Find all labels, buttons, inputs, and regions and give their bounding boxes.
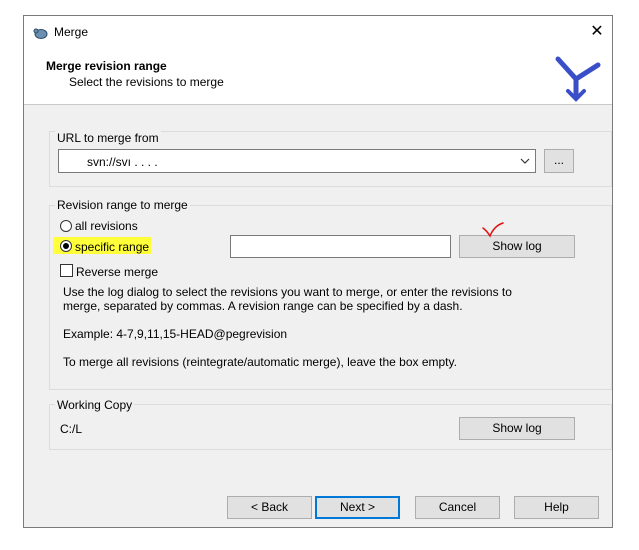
cancel-button[interactable]: Cancel bbox=[415, 496, 500, 519]
show-log-range-label: Show log bbox=[492, 239, 542, 253]
example-text: Example: 4-7,9,11,15-HEAD@pegrevision bbox=[63, 327, 288, 341]
next-label: Next > bbox=[339, 500, 375, 514]
revision-range-input[interactable] bbox=[230, 235, 451, 258]
working-copy-path[interactable]: C:/L bbox=[60, 422, 82, 436]
url-group-label: URL to merge from bbox=[55, 131, 161, 145]
specific-range-radio[interactable] bbox=[60, 240, 72, 252]
page-title: Merge revision range bbox=[46, 59, 167, 73]
show-log-range-button[interactable]: Show log bbox=[459, 235, 575, 258]
back-label: < Back bbox=[250, 500, 289, 514]
chevron-down-icon[interactable] bbox=[519, 154, 531, 168]
all-revisions-radio[interactable] bbox=[60, 220, 72, 232]
wizard-header: Merge revision range Select the revision… bbox=[24, 49, 612, 105]
merge-logo-icon bbox=[555, 56, 601, 102]
help-text-line2: merge, separated by commas. A revision r… bbox=[63, 299, 463, 313]
close-button[interactable]: ✕ bbox=[582, 16, 612, 48]
url-value: svn://svı . . . . bbox=[87, 155, 158, 169]
reverse-merge-checkbox[interactable] bbox=[60, 264, 73, 277]
help-text-line1: Use the log dialog to select the revisio… bbox=[63, 285, 512, 299]
show-log-working-copy-label: Show log bbox=[492, 421, 542, 435]
show-log-working-copy-button[interactable]: Show log bbox=[459, 417, 575, 440]
empty-note-text: To merge all revisions (reintegrate/auto… bbox=[63, 355, 457, 369]
reverse-merge-label[interactable]: Reverse merge bbox=[76, 265, 158, 279]
close-icon: ✕ bbox=[590, 23, 604, 40]
all-revisions-label[interactable]: all revisions bbox=[75, 219, 138, 233]
browse-url-label: ... bbox=[553, 153, 564, 167]
checkmark-annotation-icon bbox=[482, 222, 504, 238]
help-button[interactable]: Help bbox=[514, 496, 599, 519]
title-bar: Merge ✕ bbox=[24, 16, 612, 49]
tortoise-app-icon bbox=[33, 28, 48, 39]
working-copy-group-label: Working Copy bbox=[55, 398, 135, 412]
next-button[interactable]: Next > bbox=[315, 496, 400, 519]
window-title: Merge bbox=[54, 25, 89, 39]
radio-selected-dot bbox=[63, 243, 69, 249]
url-combobox[interactable]: svn://svı . . . . bbox=[58, 149, 536, 173]
merge-dialog: Merge ✕ Merge revision range Select the … bbox=[23, 15, 613, 528]
help-label: Help bbox=[544, 500, 569, 514]
back-button[interactable]: < Back bbox=[227, 496, 312, 519]
revision-range-group-label: Revision range to merge bbox=[55, 198, 190, 212]
browse-url-button[interactable]: ... bbox=[544, 149, 574, 173]
page-subtitle: Select the revisions to merge bbox=[69, 75, 224, 89]
cancel-label: Cancel bbox=[438, 500, 477, 514]
specific-range-label[interactable]: specific range bbox=[75, 240, 149, 254]
